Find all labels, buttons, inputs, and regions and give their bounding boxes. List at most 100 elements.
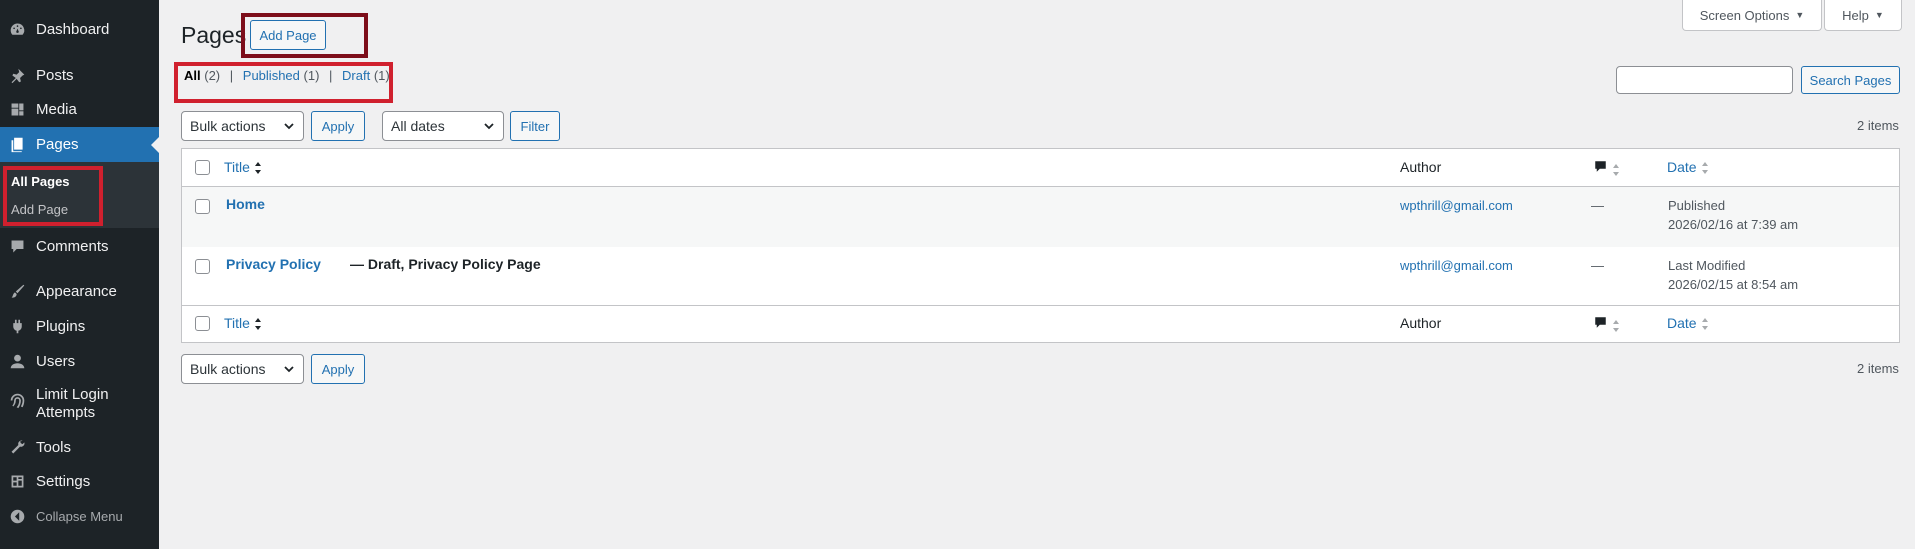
- sidebar-item-limit-login-attempts[interactable]: Limit Login Attempts: [0, 386, 159, 426]
- row-checkbox[interactable]: [195, 199, 210, 214]
- page-state: — Draft, Privacy Policy Page: [350, 256, 541, 272]
- dashboard-icon: [8, 20, 26, 38]
- comments-column-header[interactable]: [1593, 159, 1620, 178]
- view-all-count: (2): [204, 68, 221, 83]
- view-draft-count: (1): [373, 68, 390, 83]
- search-pages-button[interactable]: Search Pages: [1801, 66, 1900, 94]
- sidebar-item-tools[interactable]: Tools: [0, 436, 159, 458]
- items-count-top: 2 items: [1857, 118, 1899, 133]
- comments-count: —: [1591, 258, 1604, 273]
- chevron-down-icon: [284, 123, 294, 130]
- wrench-icon: [8, 438, 26, 456]
- select-all-checkbox[interactable]: [195, 316, 210, 331]
- sidebar-item-label: Dashboard: [36, 20, 110, 38]
- bulk-actions-select-top[interactable]: Bulk actions: [181, 111, 304, 141]
- sidebar-item-media[interactable]: Media: [0, 98, 159, 120]
- sidebar-item-label: Comments: [36, 237, 109, 255]
- view-filters: All (2) | Published (1) | Draft (1): [184, 68, 390, 83]
- dates-filter-value: All dates: [391, 118, 445, 134]
- sort-icon: [254, 318, 261, 331]
- search-input[interactable]: [1616, 66, 1793, 94]
- row-checkbox[interactable]: [195, 259, 210, 274]
- sidebar-item-label: Appearance: [36, 282, 117, 300]
- title-column-header[interactable]: Title: [224, 159, 262, 175]
- sidebar-item-label: Posts: [36, 66, 74, 84]
- apply-button-bottom[interactable]: Apply: [311, 354, 365, 384]
- date-status: Last Modified: [1668, 258, 1746, 273]
- sidebar-item-label: Plugins: [36, 317, 86, 335]
- sidebar-item-label: Media: [36, 100, 77, 118]
- comment-icon: [1595, 161, 1606, 172]
- sidebar-item-label: Settings: [36, 472, 91, 490]
- sidebar-item-label-line1: Limit Login: [36, 386, 109, 403]
- sidebar-item-users[interactable]: Users: [0, 350, 159, 372]
- sort-icon: [1613, 320, 1619, 333]
- screen-options-label: Screen Options: [1699, 7, 1790, 23]
- view-published-count: (1): [303, 68, 320, 83]
- bulk-actions-value: Bulk actions: [190, 361, 266, 377]
- author-column-footer: Author: [1400, 315, 1442, 331]
- apply-button-top[interactable]: Apply: [311, 111, 365, 141]
- submenu-item-add-page[interactable]: Add Page: [11, 202, 68, 217]
- date-value: 2026/02/15 at 8:54 am: [1668, 277, 1799, 292]
- date-column-header[interactable]: Date: [1667, 159, 1709, 175]
- help-button[interactable]: Help ▼: [1824, 0, 1902, 31]
- sidebar-item-appearance[interactable]: Appearance: [0, 280, 159, 302]
- submenu-item-all-pages[interactable]: All Pages: [11, 174, 70, 189]
- date-column-label: Date: [1667, 315, 1697, 331]
- date-column-footer[interactable]: Date: [1667, 315, 1709, 331]
- select-all-checkbox[interactable]: [195, 160, 210, 175]
- caret-down-icon: ▼: [1795, 10, 1805, 20]
- view-draft-link[interactable]: Draft: [342, 68, 370, 83]
- comment-icon: [1595, 317, 1606, 328]
- bulk-actions-select-bottom[interactable]: Bulk actions: [181, 354, 304, 384]
- help-label: Help: [1842, 7, 1869, 23]
- pages-icon: [8, 136, 26, 154]
- view-published-link[interactable]: Published: [243, 68, 300, 83]
- pin-icon: [8, 66, 26, 84]
- screen-options-button[interactable]: Screen Options ▼: [1682, 0, 1822, 31]
- sort-icon: [1613, 164, 1619, 177]
- media-icon: [8, 100, 26, 118]
- chevron-down-icon: [284, 366, 294, 373]
- table-row: Privacy Policy — Draft, Privacy Policy P…: [182, 247, 1899, 307]
- sort-icon: [1701, 318, 1708, 331]
- comments-column-footer[interactable]: [1593, 315, 1620, 334]
- sidebar-item-dashboard[interactable]: Dashboard: [0, 18, 159, 40]
- date-value: 2026/02/16 at 7:39 am: [1668, 217, 1799, 232]
- view-all-link[interactable]: All: [184, 68, 201, 83]
- dates-filter-select[interactable]: All dates: [382, 111, 504, 141]
- separator: |: [329, 68, 333, 83]
- title-column-label: Title: [224, 315, 250, 331]
- author-link[interactable]: wpthrill@gmail.com: [1400, 198, 1513, 213]
- chevron-down-icon: [484, 123, 494, 130]
- table-footer-row: Title Author Date: [182, 305, 1899, 342]
- date-status: Published: [1668, 198, 1726, 213]
- sidebar-item-posts[interactable]: Posts: [0, 64, 159, 86]
- table-header-row: Title Author Date: [182, 149, 1899, 187]
- collapse-menu-button[interactable]: Collapse Menu: [0, 505, 159, 527]
- sidebar-item-pages[interactable]: Pages: [0, 127, 159, 162]
- user-icon: [8, 352, 26, 370]
- title-column-label: Title: [224, 159, 250, 175]
- author-link[interactable]: wpthrill@gmail.com: [1400, 258, 1513, 273]
- filter-button[interactable]: Filter: [510, 111, 560, 141]
- add-page-button[interactable]: Add Page: [250, 20, 326, 50]
- sidebar-item-settings[interactable]: Settings: [0, 470, 159, 492]
- sidebar-item-comments[interactable]: Comments: [0, 235, 159, 257]
- pages-table: Title Author Date Home wpthrill@gmail.co…: [181, 148, 1900, 343]
- title-column-footer[interactable]: Title: [224, 315, 262, 331]
- page-title-link[interactable]: Privacy Policy: [226, 256, 321, 272]
- sidebar-item-plugins[interactable]: Plugins: [0, 315, 159, 337]
- page-title-link[interactable]: Home: [226, 196, 265, 212]
- sidebar-item-label: Tools: [36, 438, 72, 456]
- page-title: Pages: [181, 22, 247, 48]
- items-count-bottom: 2 items: [1857, 361, 1899, 376]
- date-column-label: Date: [1667, 159, 1697, 175]
- settings-icon: [8, 472, 26, 490]
- sidebar-item-label-line2: Attempts: [36, 404, 96, 421]
- bulk-actions-value: Bulk actions: [190, 118, 266, 134]
- sidebar-item-label: Pages: [36, 136, 79, 153]
- sidebar-item-label: Users: [36, 352, 76, 370]
- pages-submenu: All Pages Add Page: [0, 162, 159, 228]
